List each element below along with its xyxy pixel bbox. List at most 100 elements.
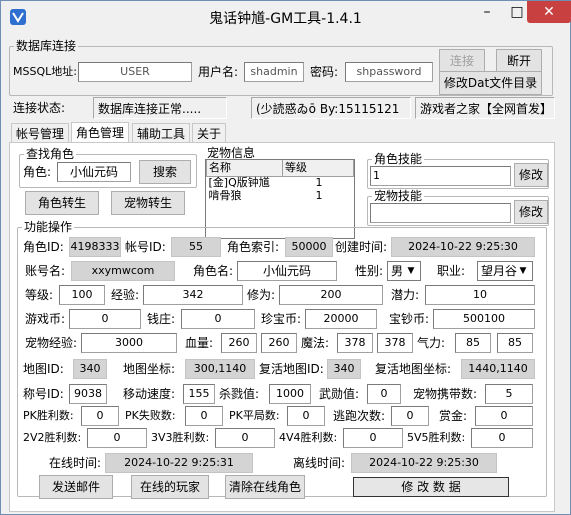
pet-level: 1	[315, 188, 323, 202]
tab-account[interactable]: 帐号管理	[11, 123, 70, 143]
win-3v3-input[interactable]: 0	[215, 428, 275, 448]
speed-label: 移动速度:	[123, 387, 176, 401]
mp-max-input[interactable]: 378	[377, 333, 413, 353]
pet-reincarnate-button[interactable]: 宠物转生	[111, 191, 185, 215]
pk-win-input[interactable]: 0	[81, 406, 119, 426]
job-label: 职业:	[437, 264, 466, 278]
qi-max-input[interactable]: 85	[497, 333, 533, 353]
qi-current-input[interactable]: 85	[455, 333, 491, 353]
gold-label: 珍宝币:	[261, 312, 302, 326]
pet-col-level[interactable]: 等级	[282, 160, 354, 177]
role-label: 角色:	[23, 165, 52, 179]
game-coin-input[interactable]: 0	[69, 309, 141, 329]
edit-dat-dir-button[interactable]: 修改Dat文件目录	[439, 71, 542, 95]
username-input[interactable]: shadmin	[244, 62, 304, 82]
pet-exp-input[interactable]: 3000	[81, 333, 177, 353]
escape-input[interactable]: 0	[391, 406, 429, 426]
win-5v5-label: 5V5胜利数:	[407, 431, 466, 444]
pk-draw-input[interactable]: 0	[287, 406, 325, 426]
cultivation-label: 修为:	[247, 288, 276, 302]
exp-input[interactable]: 342	[143, 285, 243, 305]
pk-draw-label: PK平局数:	[229, 409, 280, 422]
hp-current-input[interactable]: 260	[221, 333, 257, 353]
speed-input[interactable]: 155	[183, 384, 215, 404]
cultivation-input[interactable]: 200	[279, 285, 383, 305]
reward-label: 赏金:	[439, 409, 468, 423]
pk-value-input[interactable]: 1000	[269, 384, 311, 404]
hp-label: 血量:	[185, 336, 214, 350]
title-id-input[interactable]: 9038	[69, 384, 107, 404]
win-4v4-input[interactable]: 0	[343, 428, 403, 448]
pet-carry-input[interactable]: 5	[485, 384, 533, 404]
merit-label: 武勋值:	[319, 387, 360, 401]
minimize-button[interactable]: –	[473, 1, 501, 23]
revive-coord-label: 复活地图坐标:	[375, 362, 452, 376]
map-coord-value: 300,1140	[185, 359, 255, 379]
role-index-label: 角色索引:	[227, 240, 280, 254]
mp-current-input[interactable]: 378	[337, 333, 373, 353]
tab-about[interactable]: 关于	[192, 123, 227, 143]
clear-online-button[interactable]: 清除在线角色	[225, 475, 305, 499]
pet-name: 啃骨狼	[208, 188, 242, 202]
gender-value: 男	[391, 264, 404, 278]
pet-col-name[interactable]: 名称	[206, 160, 283, 177]
connect-button[interactable]: 连接	[439, 49, 485, 73]
treasure-input[interactable]: 500100	[433, 309, 535, 329]
role-skill-modify-button[interactable]: 修改	[514, 163, 548, 187]
pk-win-label: PK胜利数:	[23, 409, 74, 422]
win-5v5-input[interactable]: 0	[471, 428, 533, 448]
hp-max-input[interactable]: 260	[261, 333, 297, 353]
reward-input[interactable]: 0	[475, 406, 533, 426]
mp-label: 魔法:	[301, 336, 330, 350]
role-reincarnate-button[interactable]: 角色转生	[25, 191, 99, 215]
potential-input[interactable]: 10	[425, 285, 535, 305]
close-button[interactable]: ✕	[527, 1, 571, 23]
function-group-label: 功能操作	[22, 220, 75, 234]
role-search-input[interactable]: 小仙元码	[57, 162, 131, 182]
map-coord-label: 地图坐标:	[123, 362, 176, 376]
gender-select[interactable]: 男 ▼	[387, 261, 421, 281]
search-button[interactable]: 搜索	[139, 160, 191, 184]
online-players-button[interactable]: 在线的玩家	[131, 475, 209, 499]
pet-carry-label: 宠物携带数:	[413, 387, 478, 401]
mssql-addr-input[interactable]: USER	[78, 62, 192, 82]
pk-lose-input[interactable]: 0	[185, 406, 223, 426]
tab-role[interactable]: 角色管理	[71, 122, 130, 143]
bank-input[interactable]: 0	[181, 309, 255, 329]
pet-exp-label: 宠物经验:	[25, 336, 78, 350]
pet-row[interactable]: [金]Q版钟馗 1	[207, 176, 354, 189]
role-index-value: 50000	[285, 237, 333, 257]
pet-row[interactable]: 啃骨狼 1	[207, 189, 354, 202]
role-id-label: 角色ID:	[23, 240, 64, 254]
win-2v2-input[interactable]: 0	[87, 428, 147, 448]
account-name-value: xxymwcom	[71, 261, 175, 281]
merit-input[interactable]: 0	[367, 384, 401, 404]
tab-tools[interactable]: 辅助工具	[132, 123, 191, 143]
disconnect-button[interactable]: 断开	[496, 49, 542, 73]
site-text: 游戏者之家【全网首发】	[415, 97, 555, 119]
account-id-label: 帐号ID:	[125, 240, 166, 254]
connection-status-value: 数据库连接正常.....	[93, 97, 227, 119]
level-label: 等级:	[25, 288, 54, 302]
win-3v3-label: 3V3胜利数:	[151, 431, 210, 444]
revive-map-id-label: 复活地图ID:	[259, 362, 324, 376]
pet-skill-label: 宠物技能	[372, 189, 425, 203]
map-id-value: 340	[73, 359, 107, 379]
pet-skill-input[interactable]	[370, 203, 511, 223]
map-id-label: 地图ID:	[23, 362, 64, 376]
win-4v4-label: 4V4胜利数:	[279, 431, 338, 444]
role-name-input[interactable]: 小仙元码	[237, 261, 337, 281]
level-input[interactable]: 100	[59, 285, 105, 305]
game-coin-label: 游戏币:	[25, 312, 66, 326]
role-id-value: 4198333	[69, 237, 121, 257]
send-mail-button[interactable]: 发送邮件	[39, 475, 113, 499]
pet-skill-modify-button[interactable]: 修改	[514, 200, 548, 224]
gold-input[interactable]: 20000	[305, 309, 377, 329]
role-name-label: 角色名:	[193, 264, 234, 278]
password-input[interactable]: shpassword	[345, 62, 433, 82]
online-time-value: 2024-10-22 9:25:31	[105, 453, 253, 473]
modify-data-button[interactable]: 修 改 数 据	[353, 477, 509, 497]
role-skill-input[interactable]: 1	[370, 166, 511, 186]
job-select[interactable]: 望月谷 ▼	[477, 261, 533, 281]
app-window: 鬼话钟馗-GM工具-1.4.1 – □ ✕ 数据库连接 MSSQL地址: USE…	[0, 0, 571, 515]
